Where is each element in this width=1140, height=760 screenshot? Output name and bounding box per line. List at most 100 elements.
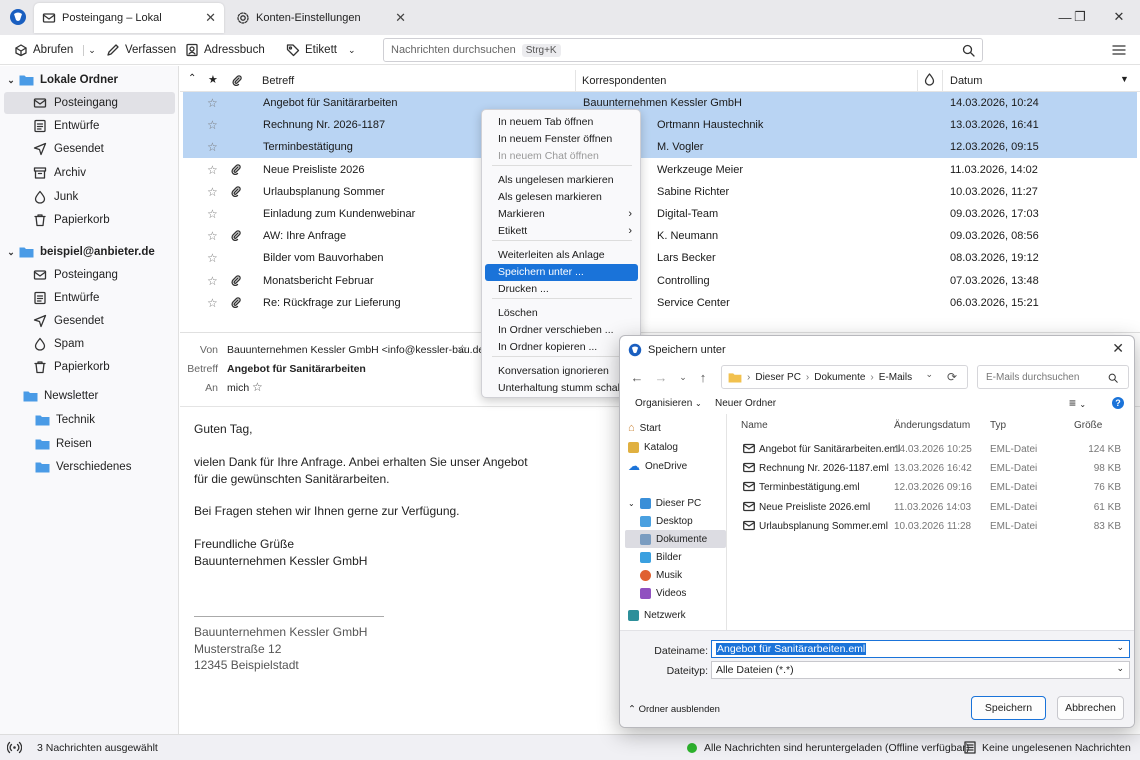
column-date[interactable]: Datum <box>950 75 982 87</box>
nav-music[interactable]: Musik <box>640 566 724 584</box>
view-options-icon[interactable]: ≡ ⌄ <box>1069 396 1086 410</box>
star-column-icon[interactable]: ★ <box>208 73 218 86</box>
context-menu-item[interactable]: Löschen <box>485 305 638 322</box>
context-menu-item[interactable]: Als gelesen markieren <box>485 189 638 206</box>
star-icon[interactable]: ☆ <box>207 207 218 221</box>
flame-column-icon[interactable] <box>924 73 935 86</box>
filename-input[interactable]: Angebot für Sanitärarbeiten.eml ⌄ <box>711 640 1130 658</box>
hide-folders-toggle[interactable]: ⌃ Ordner ausblenden <box>628 704 720 715</box>
close-icon[interactable]: ✕ <box>205 10 216 26</box>
context-menu-item[interactable]: Speichern unter ... <box>485 264 638 281</box>
help-icon[interactable]: ? <box>1112 397 1124 409</box>
star-icon[interactable]: ☆ <box>207 251 218 265</box>
to-value[interactable]: mich <box>227 382 249 394</box>
nav-start[interactable]: ⌂ Start <box>628 419 724 437</box>
column-subject[interactable]: Betreff <box>262 75 294 87</box>
message-row[interactable]: ☆ Monatsbericht Februar Controlling 07.03.2… <box>183 270 1137 292</box>
context-menu-item[interactable]: Als ungelesen markieren <box>485 172 638 189</box>
file-row[interactable]: Urlaubsplanung Sommer.eml 10.03.2026 11:2… <box>728 517 1134 536</box>
folder-local-archive[interactable]: Archiv <box>4 162 175 184</box>
thread-toggle-icon[interactable]: ⌃ <box>188 73 196 84</box>
addressbook-button[interactable]: Adressbuch <box>185 41 265 59</box>
close-icon[interactable]: ✕ <box>1105 6 1133 28</box>
chevron-down-icon[interactable]: ⌄ <box>674 368 692 386</box>
folder-verschiedenes[interactable]: Verschiedenes <box>4 456 175 478</box>
context-menu-item[interactable]: Unterhaltung stumm schalten <box>485 380 638 397</box>
sort-descending-icon[interactable]: ▼ <box>1120 74 1129 84</box>
nav-network[interactable]: Netzwerk <box>628 606 724 624</box>
star-icon[interactable]: ☆ <box>457 342 468 356</box>
save-button[interactable]: Speichern <box>971 696 1046 720</box>
message-row[interactable]: ☆ Urlaubsplanung Sommer Sabine Richter 10.0… <box>183 181 1137 203</box>
breadcrumb-item[interactable]: E-Mails <box>879 372 912 383</box>
folder-local-trash[interactable]: Papierkorb <box>4 209 175 231</box>
file-row[interactable]: Terminbestätigung.eml 12.03.2026 09:16 EML… <box>728 478 1134 497</box>
chevron-down-icon[interactable]: ⌄ <box>628 499 635 508</box>
tag-button[interactable]: Etikett ⌄ <box>286 41 356 59</box>
folder-local-drafts[interactable]: Entwürfe <box>4 115 175 137</box>
account-local-folders[interactable]: ⌄ Lokale Ordner <box>4 69 175 91</box>
context-menu-item[interactable]: In neuem Tab öffnen <box>485 114 638 131</box>
app-logo-icon[interactable] <box>9 8 27 26</box>
dialog-search-input[interactable]: E-Mails durchsuchen <box>977 365 1129 389</box>
folder-sent[interactable]: Gesendet <box>4 310 175 332</box>
message-row[interactable]: ☆ Rechnung Nr. 2026-1187 Ortmann Haustechn… <box>183 114 1137 137</box>
context-menu-item[interactable]: Drucken ... <box>485 281 638 298</box>
folder-local-sent[interactable]: Gesendet <box>4 138 175 160</box>
fetch-button[interactable]: Abrufen ⌄ <box>14 41 96 59</box>
message-row[interactable]: ☆ AW: Ihre Anfrage K. Neumann 09.03.2026, 0… <box>183 225 1137 247</box>
context-menu-item[interactable]: Konversation ignorieren <box>485 363 638 380</box>
maximize-icon[interactable]: ❐ <box>1066 6 1094 28</box>
folder-newsletter[interactable]: Newsletter <box>4 385 175 407</box>
tab-inbox[interactable]: Posteingang – Lokal ✕ <box>34 3 224 33</box>
star-icon[interactable]: ☆ <box>207 185 218 199</box>
refresh-icon[interactable]: ⟳ <box>947 370 957 384</box>
address-bar[interactable]: › Dieser PC › Dokumente › E-Mails ⌄ ⟳ <box>721 365 968 389</box>
star-icon[interactable]: ☆ <box>207 140 218 154</box>
new-folder-button[interactable]: Neuer Ordner <box>715 398 776 409</box>
nav-desktop[interactable]: Desktop <box>640 512 724 530</box>
message-row[interactable]: ☆ Terminbestätigung M. Vogler 12.03.2026, 0… <box>183 136 1137 159</box>
chevron-down-icon[interactable]: ⌄ <box>4 247 18 258</box>
column-modified[interactable]: Änderungsdatum <box>894 420 970 431</box>
chevron-down-icon[interactable]: ⌄ <box>925 369 933 380</box>
attachment-column-icon[interactable] <box>232 74 242 86</box>
nav-this-pc[interactable]: ⌄ Dieser PC <box>628 494 724 512</box>
column-type[interactable]: Typ <box>990 420 1006 431</box>
filetype-select[interactable]: Alle Dateien (*.*) ⌄ <box>711 661 1130 679</box>
close-icon[interactable]: ✕ <box>395 10 406 26</box>
file-row[interactable]: Angebot für Sanitärarbeiten.eml 14.03.202… <box>728 440 1134 459</box>
chevron-down-icon[interactable]: ⌄ <box>83 44 96 56</box>
message-row[interactable]: ☆ Re: Rückfrage zur Lieferung Service Cent… <box>183 292 1137 314</box>
close-icon[interactable]: ✕ <box>1112 340 1124 357</box>
column-name[interactable]: Name <box>741 420 768 431</box>
star-icon[interactable]: ☆ <box>207 163 218 177</box>
forward-arrow-icon[interactable]: → <box>652 368 670 386</box>
nav-onedrive[interactable]: ☁ OneDrive <box>628 457 724 475</box>
nav-gallery[interactable]: Katalog <box>628 438 724 456</box>
breadcrumb-item[interactable]: Dieser PC <box>755 372 801 383</box>
nav-videos[interactable]: Videos <box>640 584 724 602</box>
account-beispiel[interactable]: ⌄ beispiel@anbieter.de <box>4 241 175 263</box>
app-menu-icon[interactable] <box>1112 44 1126 56</box>
from-value[interactable]: Bauunternehmen Kessler GmbH <info@kessle… <box>227 344 490 356</box>
star-icon[interactable]: ☆ <box>207 96 218 110</box>
folder-drafts[interactable]: Entwürfe <box>4 287 175 309</box>
message-row[interactable]: ☆ Bilder vom Bauvorhaben Lars Becker 08.03.… <box>183 247 1137 269</box>
context-menu-item[interactable]: In Ordner verschieben ... <box>485 322 638 339</box>
compose-button[interactable]: Verfassen <box>106 41 176 59</box>
nav-pictures[interactable]: Bilder <box>640 548 724 566</box>
folder-local-junk[interactable]: Junk <box>4 186 175 208</box>
context-menu-item[interactable]: In Ordner kopieren ... <box>485 339 638 356</box>
context-menu-item[interactable]: Weiterleiten als Anlage <box>485 247 638 264</box>
message-row[interactable]: ☆ Neue Preisliste 2026 Werkzeuge Meier 11.0… <box>183 159 1137 181</box>
folder-technik[interactable]: Technik <box>4 409 175 431</box>
folder-inbox[interactable]: Posteingang <box>4 264 175 286</box>
tab-account-settings[interactable]: Konten-Einstellungen ✕ <box>228 3 414 33</box>
column-correspondents[interactable]: Korrespondenten <box>582 75 666 87</box>
back-arrow-icon[interactable]: ← <box>628 368 646 386</box>
cancel-button[interactable]: Abbrechen <box>1057 696 1124 720</box>
star-icon[interactable]: ☆ <box>252 380 263 394</box>
folder-reisen[interactable]: Reisen <box>4 433 175 455</box>
column-size[interactable]: Größe <box>1074 420 1102 431</box>
